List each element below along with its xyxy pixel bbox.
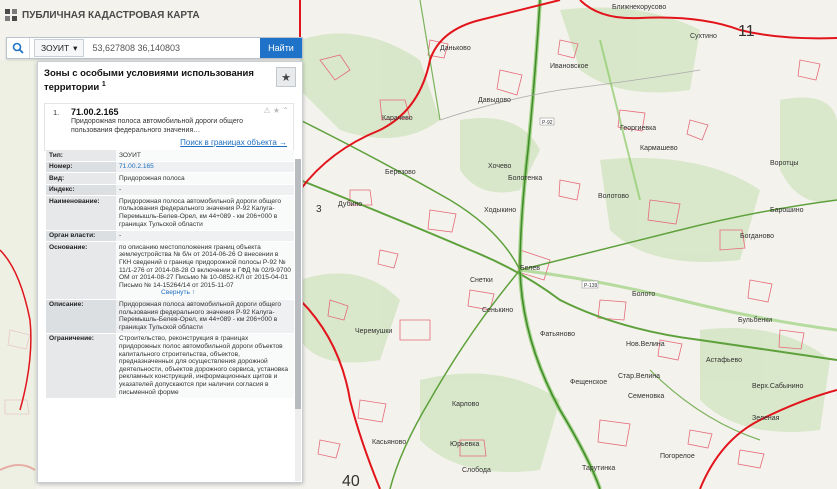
map-label: Кармашево: [640, 145, 678, 152]
map-label: Слобода: [462, 466, 491, 474]
search-bar: ЗОУИТ ▾ Найти: [6, 37, 303, 59]
attr-key: Основание:: [46, 241, 116, 300]
panel-title-text: Зоны с особыми условиями использования т…: [44, 68, 254, 94]
map-label: Карлово: [452, 401, 479, 408]
map-label: Георгиевка: [620, 125, 656, 132]
road-label: Р-139: [584, 283, 598, 289]
attr-key: Орган власти:: [46, 230, 116, 243]
attr-row: Ограничение: Строительство, реконструкци…: [46, 333, 294, 399]
attr-value-text: по описанию местоположения границ объект…: [119, 243, 291, 289]
attr-value: -: [116, 184, 294, 197]
attr-value: 71.00.2.165: [116, 161, 294, 174]
map-label: Черемушки: [355, 328, 392, 335]
map-label: Семеновка: [628, 393, 664, 400]
attr-value: Строительство, реконструкция в границах …: [116, 333, 294, 399]
info-panel: Зоны с особыми условиями использования т…: [37, 61, 303, 483]
search-input[interactable]: [84, 42, 260, 54]
search-icon[interactable]: [7, 38, 30, 58]
result-actions-icon[interactable]: ⚠ ★ ⌃: [264, 106, 290, 115]
panel-title: Зоны с особыми условиями использования т…: [44, 68, 272, 93]
attr-key: Номер:: [46, 161, 116, 174]
map-label: Стар.Велина: [618, 373, 660, 380]
map-label: Бульбенки: [738, 316, 772, 324]
panel-scrollbar[interactable]: [295, 159, 301, 481]
map-number: 40: [342, 473, 360, 489]
map-label: Зеленая: [752, 415, 780, 422]
attr-row: Номер: 71.00.2.165: [46, 161, 294, 174]
attr-key: Наименование:: [46, 195, 116, 231]
attr-key: Вид:: [46, 172, 116, 185]
map-label: Нов.Велина: [626, 341, 665, 348]
attr-key: Описание:: [46, 299, 116, 334]
attr-row: Индекс: -: [46, 184, 294, 197]
collapse-link[interactable]: Свернуть ↑: [119, 289, 195, 296]
search-type-value: ЗОУИТ: [41, 43, 70, 53]
map-label: Верх.Сабынино: [752, 382, 804, 390]
map-label: Волотово: [598, 193, 629, 200]
attr-value: Придорожная полоса автомобильной дороги …: [116, 195, 294, 231]
attr-row: Описание: Придорожная полоса автомобильн…: [46, 299, 294, 334]
map-label: Ближнекорусово: [612, 4, 666, 11]
map-label: Касьяново: [372, 439, 406, 446]
road-label: Р-92: [542, 120, 553, 126]
search-in-bounds-link[interactable]: Поиск в границах объекта →: [180, 138, 287, 147]
favorite-star-button[interactable]: ★: [276, 67, 296, 87]
result-code: 71.00.2.165: [71, 107, 119, 117]
map-label: Дубино: [338, 200, 362, 208]
attr-row: Основание: по описанию местоположения гр…: [46, 241, 294, 300]
attr-value: ЗОУИТ: [116, 150, 294, 162]
map-label: Фещенское: [570, 379, 607, 386]
map-label: Барошино: [770, 207, 804, 214]
panel-header: Зоны с особыми условиями использования т…: [38, 62, 302, 102]
attributes-table: Тип: ЗОУИТ Номер: 71.00.2.165 Вид: Придо…: [46, 150, 294, 399]
attr-key: Ограничение:: [46, 333, 116, 399]
map-label: Хочево: [488, 163, 512, 170]
map-label: Астафьево: [706, 357, 742, 364]
attr-value: Придорожная полоса автомобильной дороги …: [116, 299, 294, 334]
map-label: Давыдово: [478, 97, 511, 104]
attr-row: Орган власти: -: [46, 230, 294, 243]
map-label: Болото: [632, 291, 655, 298]
attr-value: -: [116, 230, 294, 243]
chevron-down-icon: ▾: [73, 43, 78, 53]
map-label: Ходыкино: [484, 207, 516, 214]
attr-key: Тип:: [46, 150, 116, 162]
result-item[interactable]: 1. 71.00.2.165 Придорожная полоса автомо…: [44, 103, 294, 151]
map-label: Тарутинка: [582, 465, 615, 472]
map-label: Воротцы: [770, 160, 798, 167]
map-label: Юрьевка: [450, 441, 479, 448]
map-label: Болотенка: [508, 175, 542, 182]
result-index: 1.: [53, 108, 60, 117]
search-type-select[interactable]: ЗОУИТ ▾: [34, 39, 85, 57]
map-label: Сенькино: [482, 307, 513, 314]
attr-row: Наименование: Придорожная полоса автомоб…: [46, 195, 294, 231]
panel-title-count: 1: [101, 81, 106, 88]
map-label: Фатьяново: [540, 331, 575, 338]
map-label: Сухтино: [690, 33, 717, 40]
scroll-thumb[interactable]: [295, 159, 301, 409]
attr-value: Придорожная полоса: [116, 172, 294, 185]
object-number-link[interactable]: 71.00.2.165: [119, 163, 154, 170]
logo-icon[interactable]: [4, 8, 18, 22]
attr-value: по описанию местоположения границ объект…: [116, 241, 294, 300]
map-label: Карачево: [382, 115, 413, 122]
map-label: Погорелое: [660, 453, 695, 460]
map-label: Белев: [520, 265, 540, 272]
find-button[interactable]: Найти: [260, 38, 302, 58]
attr-row: Вид: Придорожная полоса: [46, 172, 294, 185]
map-number: 11: [738, 23, 755, 40]
attr-key: Индекс:: [46, 184, 116, 197]
map-label: Березово: [385, 169, 416, 176]
attr-row: Тип: ЗОУИТ: [46, 150, 294, 162]
map-number: 3: [316, 204, 322, 215]
map-label: Даньково: [440, 45, 471, 52]
result-description: Придорожная полоса автомобильной дороги …: [71, 118, 244, 134]
map-label: Ивановское: [550, 63, 588, 70]
app-title-bar: ПУБЛИЧНАЯ КАДАСТРОВАЯ КАРТА: [4, 8, 200, 22]
left-map-strip: [0, 60, 36, 489]
app-title: ПУБЛИЧНАЯ КАДАСТРОВАЯ КАРТА: [22, 9, 200, 21]
map-label: Богданово: [740, 233, 774, 240]
map-label: Снетки: [470, 277, 493, 284]
